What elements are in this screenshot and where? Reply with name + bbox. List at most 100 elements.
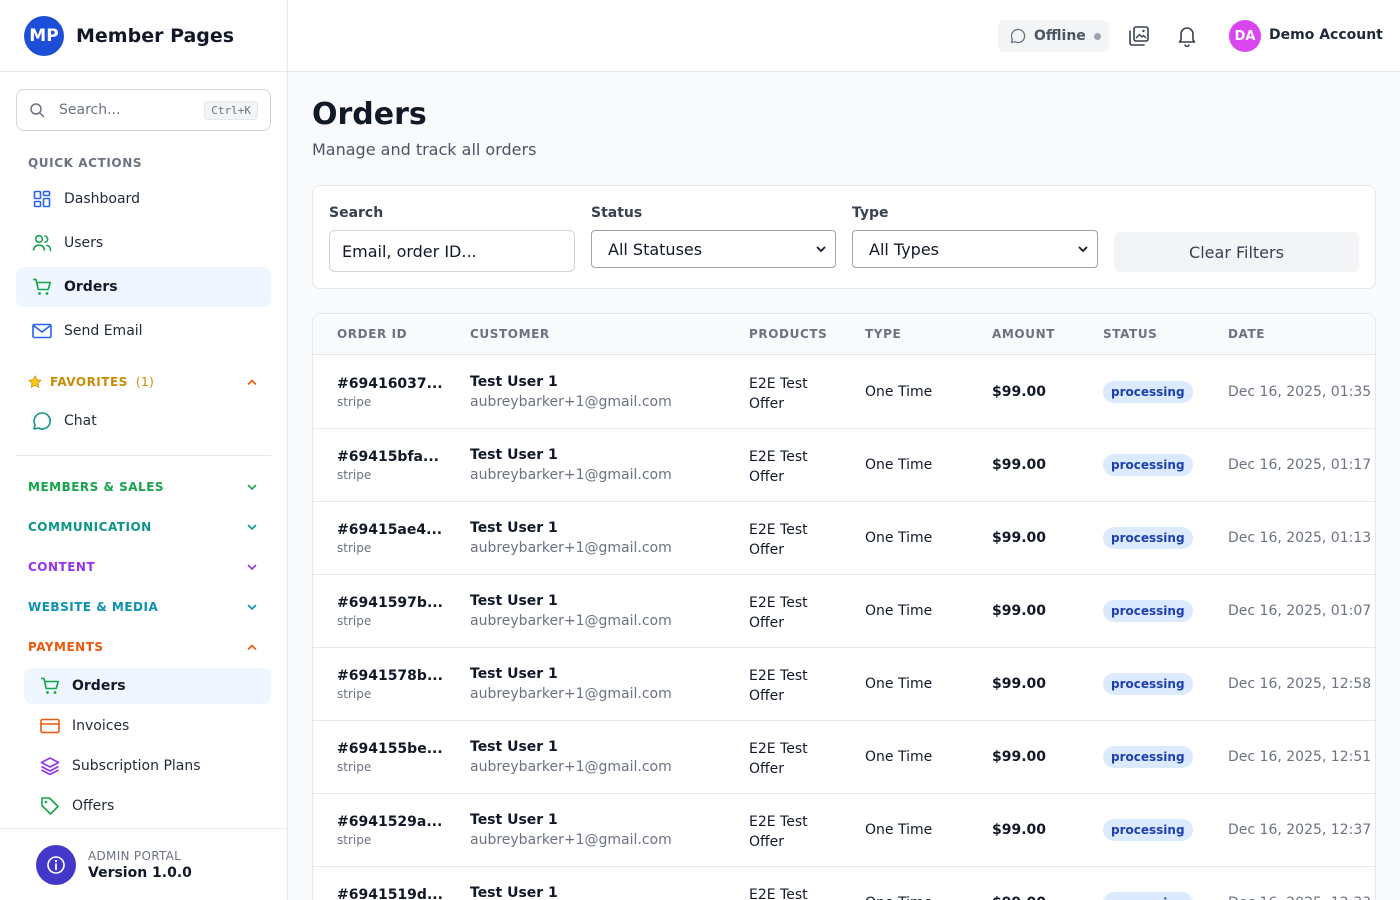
search-placeholder: Email, order ID... — [342, 241, 477, 261]
chevron-down-icon — [816, 246, 826, 253]
order-id[interactable]: #69415ae4... — [337, 522, 442, 538]
customer-name: Test User 1 — [470, 739, 558, 755]
group-members-sales[interactable]: MEMBERS & SALES — [28, 480, 258, 494]
chevron-up-icon — [247, 379, 257, 385]
group-content[interactable]: CONTENT — [28, 560, 258, 574]
column-header[interactable]: TYPE — [865, 327, 901, 341]
table-row[interactable]: #69415ae4... stripe Test User 1 aubreybarke… — [313, 502, 1375, 575]
nav-send-email[interactable]: Send Email — [16, 311, 271, 351]
brand-name: Member Pages — [76, 24, 235, 47]
order-date: Dec 16, 2025, 12:37 PM — [1228, 822, 1375, 838]
customer-email: aubreybarker+1@gmail.com — [470, 613, 672, 629]
status-badge: processing — [1103, 527, 1193, 549]
brand-header[interactable]: MP Member Pages — [0, 0, 287, 72]
table-row[interactable]: #69416037... stripe Test User 1 aubreybarke… — [313, 356, 1375, 429]
nav-label: Chat — [64, 413, 97, 429]
order-search-input[interactable]: Email, order ID... — [329, 230, 575, 272]
media-gallery-button[interactable] — [1127, 24, 1151, 48]
sidebar-search-input[interactable]: Search... Ctrl+K — [16, 89, 271, 131]
connection-status[interactable]: Offline — [998, 20, 1109, 52]
sidebar: MP Member Pages Search... Ctrl+K QUICK A… — [0, 0, 288, 900]
column-header[interactable]: ORDER ID — [337, 327, 407, 341]
chevron-down-icon — [247, 484, 257, 491]
filters-panel: Search Email, order ID... Status All Sta… — [312, 185, 1376, 289]
column-header[interactable]: STATUS — [1103, 327, 1157, 341]
table-row[interactable]: #6941578b... stripe Test User 1 aubreybarke… — [313, 648, 1375, 721]
avatar[interactable]: DA — [1229, 20, 1261, 52]
customer-name: Test User 1 — [470, 812, 558, 828]
nav-subscription-plans[interactable]: Subscription Plans — [24, 748, 271, 784]
users-icon — [32, 233, 52, 253]
order-type: One Time — [865, 895, 932, 900]
nav-users[interactable]: Users — [16, 223, 271, 263]
product-name: E2E Test Offer — [749, 741, 808, 777]
product-name: E2E Test Offer — [749, 449, 808, 485]
clear-filters-button[interactable]: Clear Filters — [1114, 232, 1359, 272]
group-payments[interactable]: PAYMENTS — [28, 640, 258, 654]
order-id[interactable]: #6941578b... — [337, 668, 443, 684]
customer-email: aubreybarker+1@gmail.com — [470, 759, 672, 775]
column-header[interactable]: PRODUCTS — [749, 327, 827, 341]
orders-table: ORDER ID CUSTOMER PRODUCTS TYPE AMOUNT S… — [312, 313, 1376, 900]
table-row[interactable]: #6941519d...stripeTest User 1aubreybarke… — [313, 867, 1375, 900]
nav-dashboard[interactable]: Dashboard — [16, 179, 271, 219]
favorites-toggle[interactable]: FAVORITES (1) — [28, 375, 258, 389]
status-select[interactable]: All Statuses — [591, 230, 836, 268]
account-name[interactable]: Demo Account — [1269, 27, 1383, 43]
nav-label: Send Email — [64, 323, 143, 339]
search-shortcut: Ctrl+K — [204, 100, 258, 120]
status-badge: processing — [1103, 600, 1193, 622]
nav-label: Offers — [72, 798, 115, 814]
chat-bubble-icon — [1010, 28, 1026, 44]
table-row[interactable]: #6941529a... stripe Test User 1 aubreybarke… — [313, 794, 1375, 867]
column-header[interactable]: CUSTOMER — [470, 327, 550, 341]
payment-gateway: stripe — [337, 395, 372, 409]
order-type: One Time — [865, 676, 933, 692]
order-date: Dec 16, 2025, 12:58 PM — [1228, 676, 1375, 692]
order-id[interactable]: #6941519d... — [337, 887, 443, 900]
order-id[interactable]: #69416037... — [337, 376, 443, 392]
order-type: One Time — [865, 822, 933, 838]
order-date: Dec 16, 2025, 12:51 PM — [1228, 749, 1375, 765]
footer-label: ADMIN PORTAL — [88, 848, 182, 863]
group-communication[interactable]: COMMUNICATION — [28, 520, 258, 534]
payment-gateway: stripe — [337, 760, 372, 774]
nav-label: Invoices — [72, 718, 130, 734]
group-label: PAYMENTS — [28, 640, 104, 654]
type-select-value: All Types — [869, 239, 940, 259]
dashboard-grid-icon — [32, 189, 52, 209]
payment-gateway: stripe — [337, 687, 372, 701]
payment-gateway: stripe — [337, 614, 372, 628]
type-select[interactable]: All Types — [852, 230, 1098, 268]
order-amount: $99.00 — [992, 530, 1047, 546]
nav-orders[interactable]: Orders — [16, 267, 271, 307]
nav-payments-orders[interactable]: Orders — [24, 668, 271, 704]
order-id[interactable]: #694155be... — [337, 741, 443, 757]
order-id[interactable]: #69415bfa... — [337, 449, 439, 465]
nav-chat[interactable]: Chat — [16, 401, 271, 441]
customer-name: Test User 1 — [470, 593, 558, 609]
status-dot — [1093, 32, 1101, 40]
status-badge: processing — [1103, 454, 1193, 476]
status-label: Status — [591, 205, 643, 221]
nav-offers[interactable]: Offers — [24, 788, 271, 824]
table-row[interactable]: #694155be... stripe Test User 1 aubreybarke… — [313, 721, 1375, 794]
order-date: Dec 16, 2025, 01:07 PM — [1228, 603, 1375, 619]
group-label: COMMUNICATION — [28, 520, 152, 534]
sidebar-divider — [16, 455, 271, 456]
nav-invoices[interactable]: Invoices — [24, 708, 271, 744]
chevron-down-icon — [247, 604, 257, 611]
customer-email: aubreybarker+1@gmail.com — [470, 394, 672, 410]
order-id[interactable]: #6941597b... — [337, 595, 443, 611]
order-id[interactable]: #6941529a... — [337, 814, 442, 830]
column-header[interactable]: DATE — [1228, 327, 1265, 341]
type-label: Type — [852, 205, 889, 221]
column-header[interactable]: AMOUNT — [992, 327, 1055, 341]
notifications-button[interactable] — [1175, 24, 1199, 48]
order-type: One Time — [865, 530, 933, 546]
table-row[interactable]: #69415bfa... stripe Test User 1 aubreybarke… — [313, 429, 1375, 502]
group-website-media[interactable]: WEBSITE & MEDIA — [28, 600, 258, 614]
customer-name: Test User 1 — [470, 885, 558, 900]
status-select-value: All Statuses — [608, 239, 703, 259]
table-row[interactable]: #6941597b... stripe Test User 1 aubreybarke… — [313, 575, 1375, 648]
